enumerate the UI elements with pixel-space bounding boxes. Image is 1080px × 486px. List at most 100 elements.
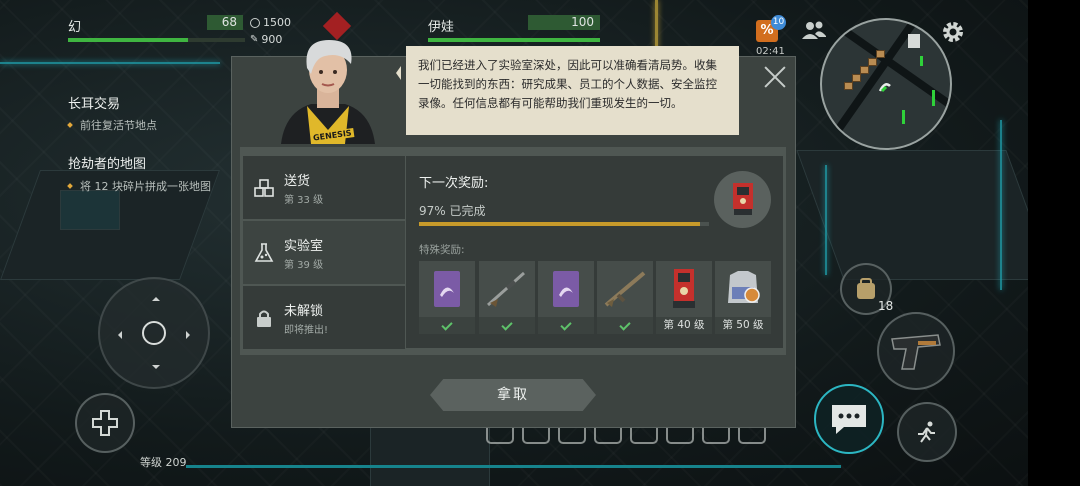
coin-icon [250, 17, 260, 28]
reward-status [479, 317, 535, 334]
plus-icon [92, 410, 118, 436]
tab-locked[interactable]: 未解锁即将推出! [243, 286, 405, 349]
purple-card-icon [553, 270, 579, 307]
minimap-door [920, 56, 923, 66]
tab-label: 实验室 [284, 238, 324, 254]
joystick-up-arrow [152, 293, 160, 301]
quest-subtitle: 前往复活节地点 [67, 117, 157, 133]
settings-gear-icon[interactable] [941, 20, 965, 44]
tab-label: 未解锁 [284, 303, 324, 319]
chat-icon [832, 405, 866, 434]
quest-subtitle: 将 12 块碎片拼成一张地图 [67, 178, 211, 194]
sniper-rifle-icon [487, 271, 525, 307]
world-light [655, 0, 658, 50]
resource-1: 1500 [250, 16, 291, 29]
reward-slot[interactable] [597, 261, 653, 334]
reward-slot[interactable] [479, 261, 535, 334]
next-reward-title: 下一次奖励: [419, 176, 489, 191]
reward-slot[interactable]: 第 40 级 [656, 261, 712, 334]
sale-count-badge: 10 [771, 15, 786, 30]
player-level: 等级 209 [140, 456, 187, 469]
reward-status [538, 317, 594, 334]
pistol-icon [891, 334, 941, 370]
check-icon [619, 319, 631, 331]
world-screen [60, 190, 120, 230]
joystick-left-arrow [114, 331, 122, 339]
reward-level-requirement: 第 50 级 [715, 317, 771, 334]
tab-level: 第 33 级 [284, 194, 324, 206]
player-hp-value: 68 [207, 15, 243, 30]
ammo-count: 18 [878, 299, 894, 313]
companion-hp-bar [428, 38, 600, 42]
companion-hp-value: 100 [528, 15, 600, 30]
minimap-crate [844, 82, 853, 90]
reward-status [419, 317, 475, 334]
crates-icon [254, 178, 274, 198]
joystick-knob[interactable] [142, 321, 166, 345]
heal-button[interactable] [75, 393, 135, 453]
weapon-attack-button[interactable] [877, 312, 955, 390]
minimap-door [932, 90, 935, 106]
player-name: 幻 [68, 20, 82, 35]
reward-slot[interactable]: 第 50 级 [715, 261, 771, 334]
reward-slot[interactable] [538, 261, 594, 334]
take-reward-button[interactable]: 拿取 [430, 379, 596, 411]
quest-subtitle-text: 将 12 块碎片拼成一张地图 [80, 180, 211, 193]
reward-status [597, 317, 653, 334]
npc-portrait: GENESIS [271, 34, 385, 144]
sprint-button[interactable] [897, 402, 957, 462]
world-prop [796, 150, 1054, 280]
progress-text: 97% 已完成 [419, 204, 486, 218]
close-icon[interactable] [762, 64, 788, 90]
armor-vest-icon [728, 270, 760, 303]
xp-bar [186, 465, 841, 468]
check-icon [501, 319, 513, 331]
boot-icon: ✎ [250, 34, 259, 45]
category-tabs: 送货第 33 级 实验室第 39 级 未解锁即将推出! [243, 156, 405, 349]
lock-icon [254, 308, 274, 328]
purple-card-icon [434, 270, 460, 307]
npc-speech-bubble: 我们已经进入了实验室深处，因此可以准确看清局势。收集一切能找到的东西：研究成果、… [396, 46, 739, 135]
minimap-crate [868, 58, 877, 66]
quest-title[interactable]: 长耳交易 [68, 93, 120, 112]
backpack-icon [857, 278, 875, 299]
player-arrow-icon [878, 78, 892, 93]
companion-name: 伊娃 [428, 20, 455, 35]
world-light [1000, 120, 1002, 290]
world-light [825, 165, 827, 275]
quest-marker-icon [67, 183, 73, 189]
quest-subtitle-text: 前往复活节地点 [80, 119, 157, 132]
chat-button[interactable] [814, 384, 884, 454]
world-light [0, 62, 220, 64]
reward-slot[interactable] [419, 261, 475, 334]
reward-level-requirement: 第 40 级 [656, 317, 712, 334]
minimap-crate [876, 50, 885, 58]
minimap[interactable] [820, 18, 952, 150]
reward-progress-bar [419, 222, 709, 226]
joystick-right-arrow [186, 331, 194, 339]
movement-joystick[interactable] [98, 277, 210, 389]
check-icon [441, 319, 453, 331]
red-machine-icon [673, 268, 695, 308]
minimap-door [902, 110, 905, 124]
check-icon [560, 319, 572, 331]
special-rewards-label: 特殊奖励: [419, 244, 465, 256]
tab-delivery[interactable]: 送货第 33 级 [243, 156, 405, 219]
friends-icon[interactable] [801, 20, 827, 40]
tab-level: 第 39 级 [284, 259, 324, 271]
next-reward-icon[interactable] [714, 171, 771, 228]
document-icon [908, 34, 920, 48]
tab-laboratory[interactable]: 实验室第 39 级 [243, 221, 405, 284]
resource-1-value: 1500 [263, 16, 291, 29]
quest-title[interactable]: 抢劫者的地图 [68, 153, 146, 172]
screen-edge [1028, 0, 1080, 486]
tab-label: 送货 [284, 173, 311, 189]
assault-rifle-icon [604, 270, 646, 307]
flask-icon [254, 242, 274, 263]
tab-level: 即将推出! [284, 324, 329, 336]
joystick-down-arrow [152, 365, 160, 373]
quest-marker-icon [67, 122, 73, 128]
player-hp-bar [68, 38, 245, 42]
minimap-crate [852, 74, 861, 82]
minimap-crate [860, 66, 869, 74]
